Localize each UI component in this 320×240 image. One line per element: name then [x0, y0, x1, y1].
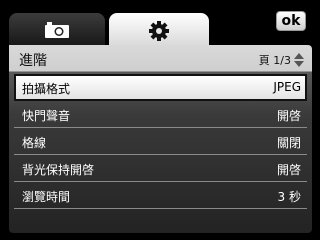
arrow-up-icon[interactable] — [294, 53, 304, 59]
arrow-down-icon[interactable] — [294, 61, 304, 67]
setting-value: 3 秒 — [277, 190, 301, 204]
setting-label: 格線 — [22, 136, 47, 150]
tab-settings[interactable] — [109, 13, 209, 49]
setting-value: 關閉 — [276, 136, 301, 150]
setting-row-backlight[interactable]: 背光保持開啓 開啓 — [14, 155, 307, 182]
setting-row-review-time[interactable]: 瀏覽時間 3 秒 — [14, 182, 307, 209]
settings-panel: 進階 頁 1/3 拍攝格式 JPEG 快門聲音 開啓 格線 關閉 背光保持開啓 … — [9, 45, 312, 233]
section-title: 進階 — [19, 53, 47, 69]
settings-list: 拍攝格式 JPEG 快門聲音 開啓 格線 關閉 背光保持開啓 開啓 瀏覽時間 3… — [14, 74, 307, 209]
page-indicator-label: 頁 1/3 — [258, 54, 291, 67]
gear-icon — [149, 21, 169, 41]
setting-label: 背光保持開啓 — [22, 163, 95, 177]
page-scroll-arrows[interactable] — [294, 53, 304, 67]
section-header: 進階 頁 1/3 — [9, 45, 312, 72]
setting-row-shutter-sound[interactable]: 快門聲音 開啓 — [14, 101, 307, 128]
setting-label: 快門聲音 — [22, 109, 71, 123]
setting-row-grid[interactable]: 格線 關閉 — [14, 128, 307, 155]
camera-icon — [45, 22, 69, 38]
page-indicator[interactable]: 頁 1/3 — [259, 52, 304, 68]
setting-row-capture-format[interactable]: 拍攝格式 JPEG — [14, 74, 307, 101]
setting-value: 開啓 — [276, 109, 301, 123]
setting-value: 開啓 — [276, 163, 301, 177]
setting-label: 拍攝格式 — [22, 82, 71, 96]
tab-camera[interactable] — [9, 13, 105, 47]
setting-label: 瀏覽時間 — [22, 190, 71, 204]
setting-value: JPEG — [273, 80, 301, 94]
ok-button[interactable]: ok — [276, 11, 306, 31]
